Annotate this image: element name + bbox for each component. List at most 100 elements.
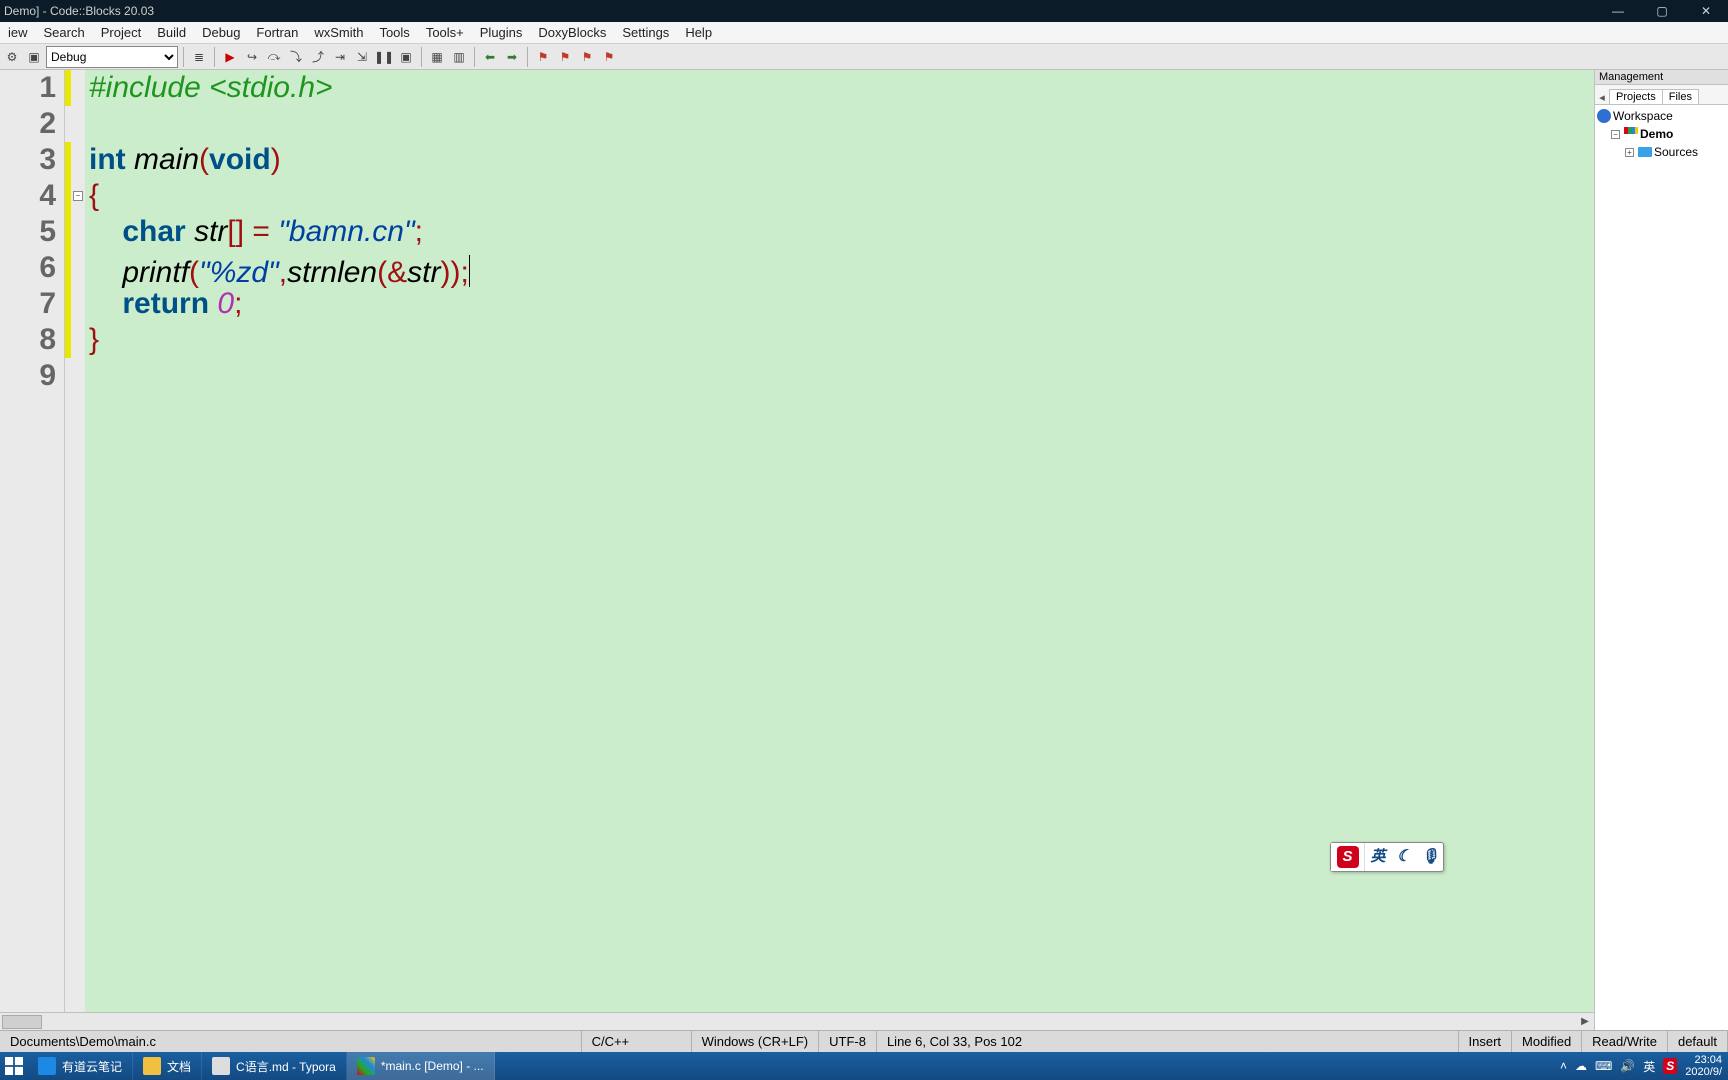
status-eol: Windows (CR+LF) bbox=[692, 1031, 820, 1052]
horizontal-scrollbar[interactable]: ▶ bbox=[0, 1012, 1594, 1030]
menu-help[interactable]: Help bbox=[677, 22, 720, 43]
taskbar-typora[interactable]: C语言.md - Typora bbox=[202, 1052, 347, 1080]
tab-files[interactable]: Files bbox=[1662, 89, 1699, 104]
tree-label: Sources bbox=[1654, 145, 1698, 159]
code-line: { bbox=[89, 178, 1594, 214]
toolbar-list-icon[interactable]: ≣ bbox=[189, 47, 209, 67]
project-tree[interactable]: Workspace − Demo + Sources bbox=[1595, 105, 1728, 1030]
status-language: C/C++ bbox=[582, 1031, 692, 1052]
code-line: return 0; bbox=[89, 286, 1594, 322]
globe-icon bbox=[1597, 109, 1611, 123]
tray-keyboard-icon[interactable]: ⌨ bbox=[1595, 1059, 1612, 1073]
tray-volume-icon[interactable]: 🔊 bbox=[1620, 1059, 1635, 1073]
menu-debug[interactable]: Debug bbox=[194, 22, 248, 43]
code-line: printf("%zd",strnlen(&str)); bbox=[89, 250, 1594, 286]
main-area: 1 2 3 4 5 6 7 8 9 − #include <stdio.h> bbox=[0, 70, 1728, 1030]
jump-forward-icon[interactable]: ➡ bbox=[502, 47, 522, 67]
code-line: } bbox=[89, 322, 1594, 358]
management-panel: Management ◂ Projects Files Workspace − … bbox=[1594, 70, 1728, 1030]
tree-label: Demo bbox=[1640, 127, 1673, 141]
clock-date: 2020/9/ bbox=[1685, 1066, 1722, 1078]
step-into-icon[interactable]: ⤵ bbox=[286, 47, 306, 67]
tab-projects[interactable]: Projects bbox=[1609, 89, 1663, 104]
windows-taskbar: 有道云笔记 文档 C语言.md - Typora *main.c [Demo] … bbox=[0, 1052, 1728, 1080]
system-tray: ˄ ☁ ⌨ 🔊 英 S 23:04 2020/9/ bbox=[1554, 1054, 1728, 1078]
menu-plugins[interactable]: Plugins bbox=[472, 22, 531, 43]
menubar: iew Search Project Build Debug Fortran w… bbox=[0, 22, 1728, 44]
menu-project[interactable]: Project bbox=[93, 22, 149, 43]
menu-search[interactable]: Search bbox=[36, 22, 93, 43]
taskbar-codeblocks[interactable]: *main.c [Demo] - ... bbox=[347, 1052, 495, 1080]
ime-mic-icon[interactable]: 🎙 bbox=[1417, 839, 1443, 875]
menu-toolsplus[interactable]: Tools+ bbox=[418, 22, 472, 43]
taskbar-youdao[interactable]: 有道云笔记 bbox=[28, 1052, 133, 1080]
expander-icon[interactable]: + bbox=[1625, 148, 1634, 157]
close-button[interactable]: ✕ bbox=[1684, 0, 1728, 22]
tray-clock[interactable]: 23:04 2020/9/ bbox=[1685, 1054, 1722, 1078]
tree-label: Workspace bbox=[1613, 109, 1673, 123]
clear-bookmarks-icon[interactable]: ⚑ bbox=[599, 47, 619, 67]
tree-project[interactable]: − Demo bbox=[1597, 125, 1726, 143]
minimize-button[interactable]: — bbox=[1596, 0, 1640, 22]
code-line: #include <stdio.h> bbox=[89, 70, 1594, 106]
menu-fortran[interactable]: Fortran bbox=[248, 22, 306, 43]
fold-toggle-icon[interactable]: − bbox=[73, 191, 83, 201]
status-bar: Documents\Demo\main.c C/C++ Windows (CR+… bbox=[0, 1030, 1728, 1052]
typora-icon bbox=[212, 1057, 230, 1075]
window-title: Demo] - Code::Blocks 20.03 bbox=[4, 4, 154, 18]
tray-cloud-icon[interactable]: ☁ bbox=[1575, 1059, 1587, 1073]
menu-tools[interactable]: Tools bbox=[371, 22, 417, 43]
start-button[interactable] bbox=[0, 1052, 28, 1080]
taskbar-documents[interactable]: 文档 bbox=[133, 1052, 202, 1080]
next-instruction-icon[interactable]: ⇥ bbox=[330, 47, 350, 67]
info-window-icon[interactable]: ▥ bbox=[449, 47, 469, 67]
toolbar-separator bbox=[183, 47, 184, 67]
maximize-button[interactable]: ▢ bbox=[1640, 0, 1684, 22]
build-target-dropdown[interactable]: Debug bbox=[46, 46, 178, 68]
ime-moon-icon[interactable]: ☾ bbox=[1391, 839, 1417, 875]
menu-view[interactable]: iew bbox=[0, 22, 36, 43]
toolbar-stop-debug-icon[interactable]: ▣ bbox=[24, 47, 44, 67]
tray-chevron-up-icon[interactable]: ˄ bbox=[1560, 1059, 1567, 1073]
jump-back-icon[interactable]: ⬅ bbox=[480, 47, 500, 67]
tray-sogou-icon[interactable]: S bbox=[1663, 1058, 1677, 1074]
menu-build[interactable]: Build bbox=[149, 22, 194, 43]
toolbar: ⚙ ▣ Debug ≣ ▶ ↪ ⤼ ⤵ ⤴ ⇥ ⇲ ❚❚ ▣ ▦ ▥ ⬅ ➡ ⚑… bbox=[0, 44, 1728, 70]
run-to-cursor-icon[interactable]: ↪ bbox=[242, 47, 262, 67]
clock-time: 23:04 bbox=[1685, 1054, 1722, 1066]
expander-icon[interactable]: − bbox=[1611, 130, 1620, 139]
debug-start-icon[interactable]: ▶ bbox=[220, 47, 240, 67]
code-line: char str[] = "bamn.cn"; bbox=[89, 214, 1594, 250]
tabs-scroll-left-icon[interactable]: ◂ bbox=[1595, 91, 1609, 104]
pause-icon[interactable]: ❚❚ bbox=[374, 47, 394, 67]
stop-icon[interactable]: ▣ bbox=[396, 47, 416, 67]
toolbar-gear-icon[interactable]: ⚙ bbox=[2, 47, 22, 67]
toggle-bookmark-icon[interactable]: ⚑ bbox=[533, 47, 553, 67]
ime-toolbar[interactable]: S 英 ☾ 🎙 bbox=[1330, 842, 1444, 872]
menu-wxsmith[interactable]: wxSmith bbox=[306, 22, 371, 43]
code-line bbox=[89, 358, 1594, 394]
scroll-right-icon[interactable]: ▶ bbox=[1576, 1016, 1594, 1027]
debug-window-icon[interactable]: ▦ bbox=[427, 47, 447, 67]
taskbar-label: C语言.md - Typora bbox=[236, 1058, 336, 1075]
line-number-gutter: 1 2 3 4 5 6 7 8 9 bbox=[0, 70, 65, 1012]
step-out-icon[interactable]: ⤴ bbox=[308, 47, 328, 67]
tree-folder-sources[interactable]: + Sources bbox=[1597, 143, 1726, 161]
management-tabs: ◂ Projects Files bbox=[1595, 85, 1728, 105]
step-instruction-icon[interactable]: ⇲ bbox=[352, 47, 372, 67]
tray-lang[interactable]: 英 bbox=[1643, 1058, 1655, 1075]
scrollbar-thumb[interactable] bbox=[2, 1015, 42, 1029]
status-modified: Modified bbox=[1512, 1031, 1582, 1052]
ime-lang[interactable]: 英 bbox=[1365, 839, 1391, 875]
step-over-icon[interactable]: ⤼ bbox=[264, 47, 284, 67]
codeblocks-icon bbox=[357, 1057, 375, 1075]
taskbar-label: 文档 bbox=[167, 1058, 191, 1075]
windows-logo-icon bbox=[5, 1057, 23, 1075]
code-area[interactable]: #include <stdio.h> int main(void) { char… bbox=[85, 70, 1594, 1012]
next-bookmark-icon[interactable]: ⚑ bbox=[577, 47, 597, 67]
tree-workspace[interactable]: Workspace bbox=[1597, 107, 1726, 125]
menu-doxyblocks[interactable]: DoxyBlocks bbox=[530, 22, 614, 43]
status-encoding: UTF-8 bbox=[819, 1031, 877, 1052]
prev-bookmark-icon[interactable]: ⚑ bbox=[555, 47, 575, 67]
menu-settings[interactable]: Settings bbox=[614, 22, 677, 43]
